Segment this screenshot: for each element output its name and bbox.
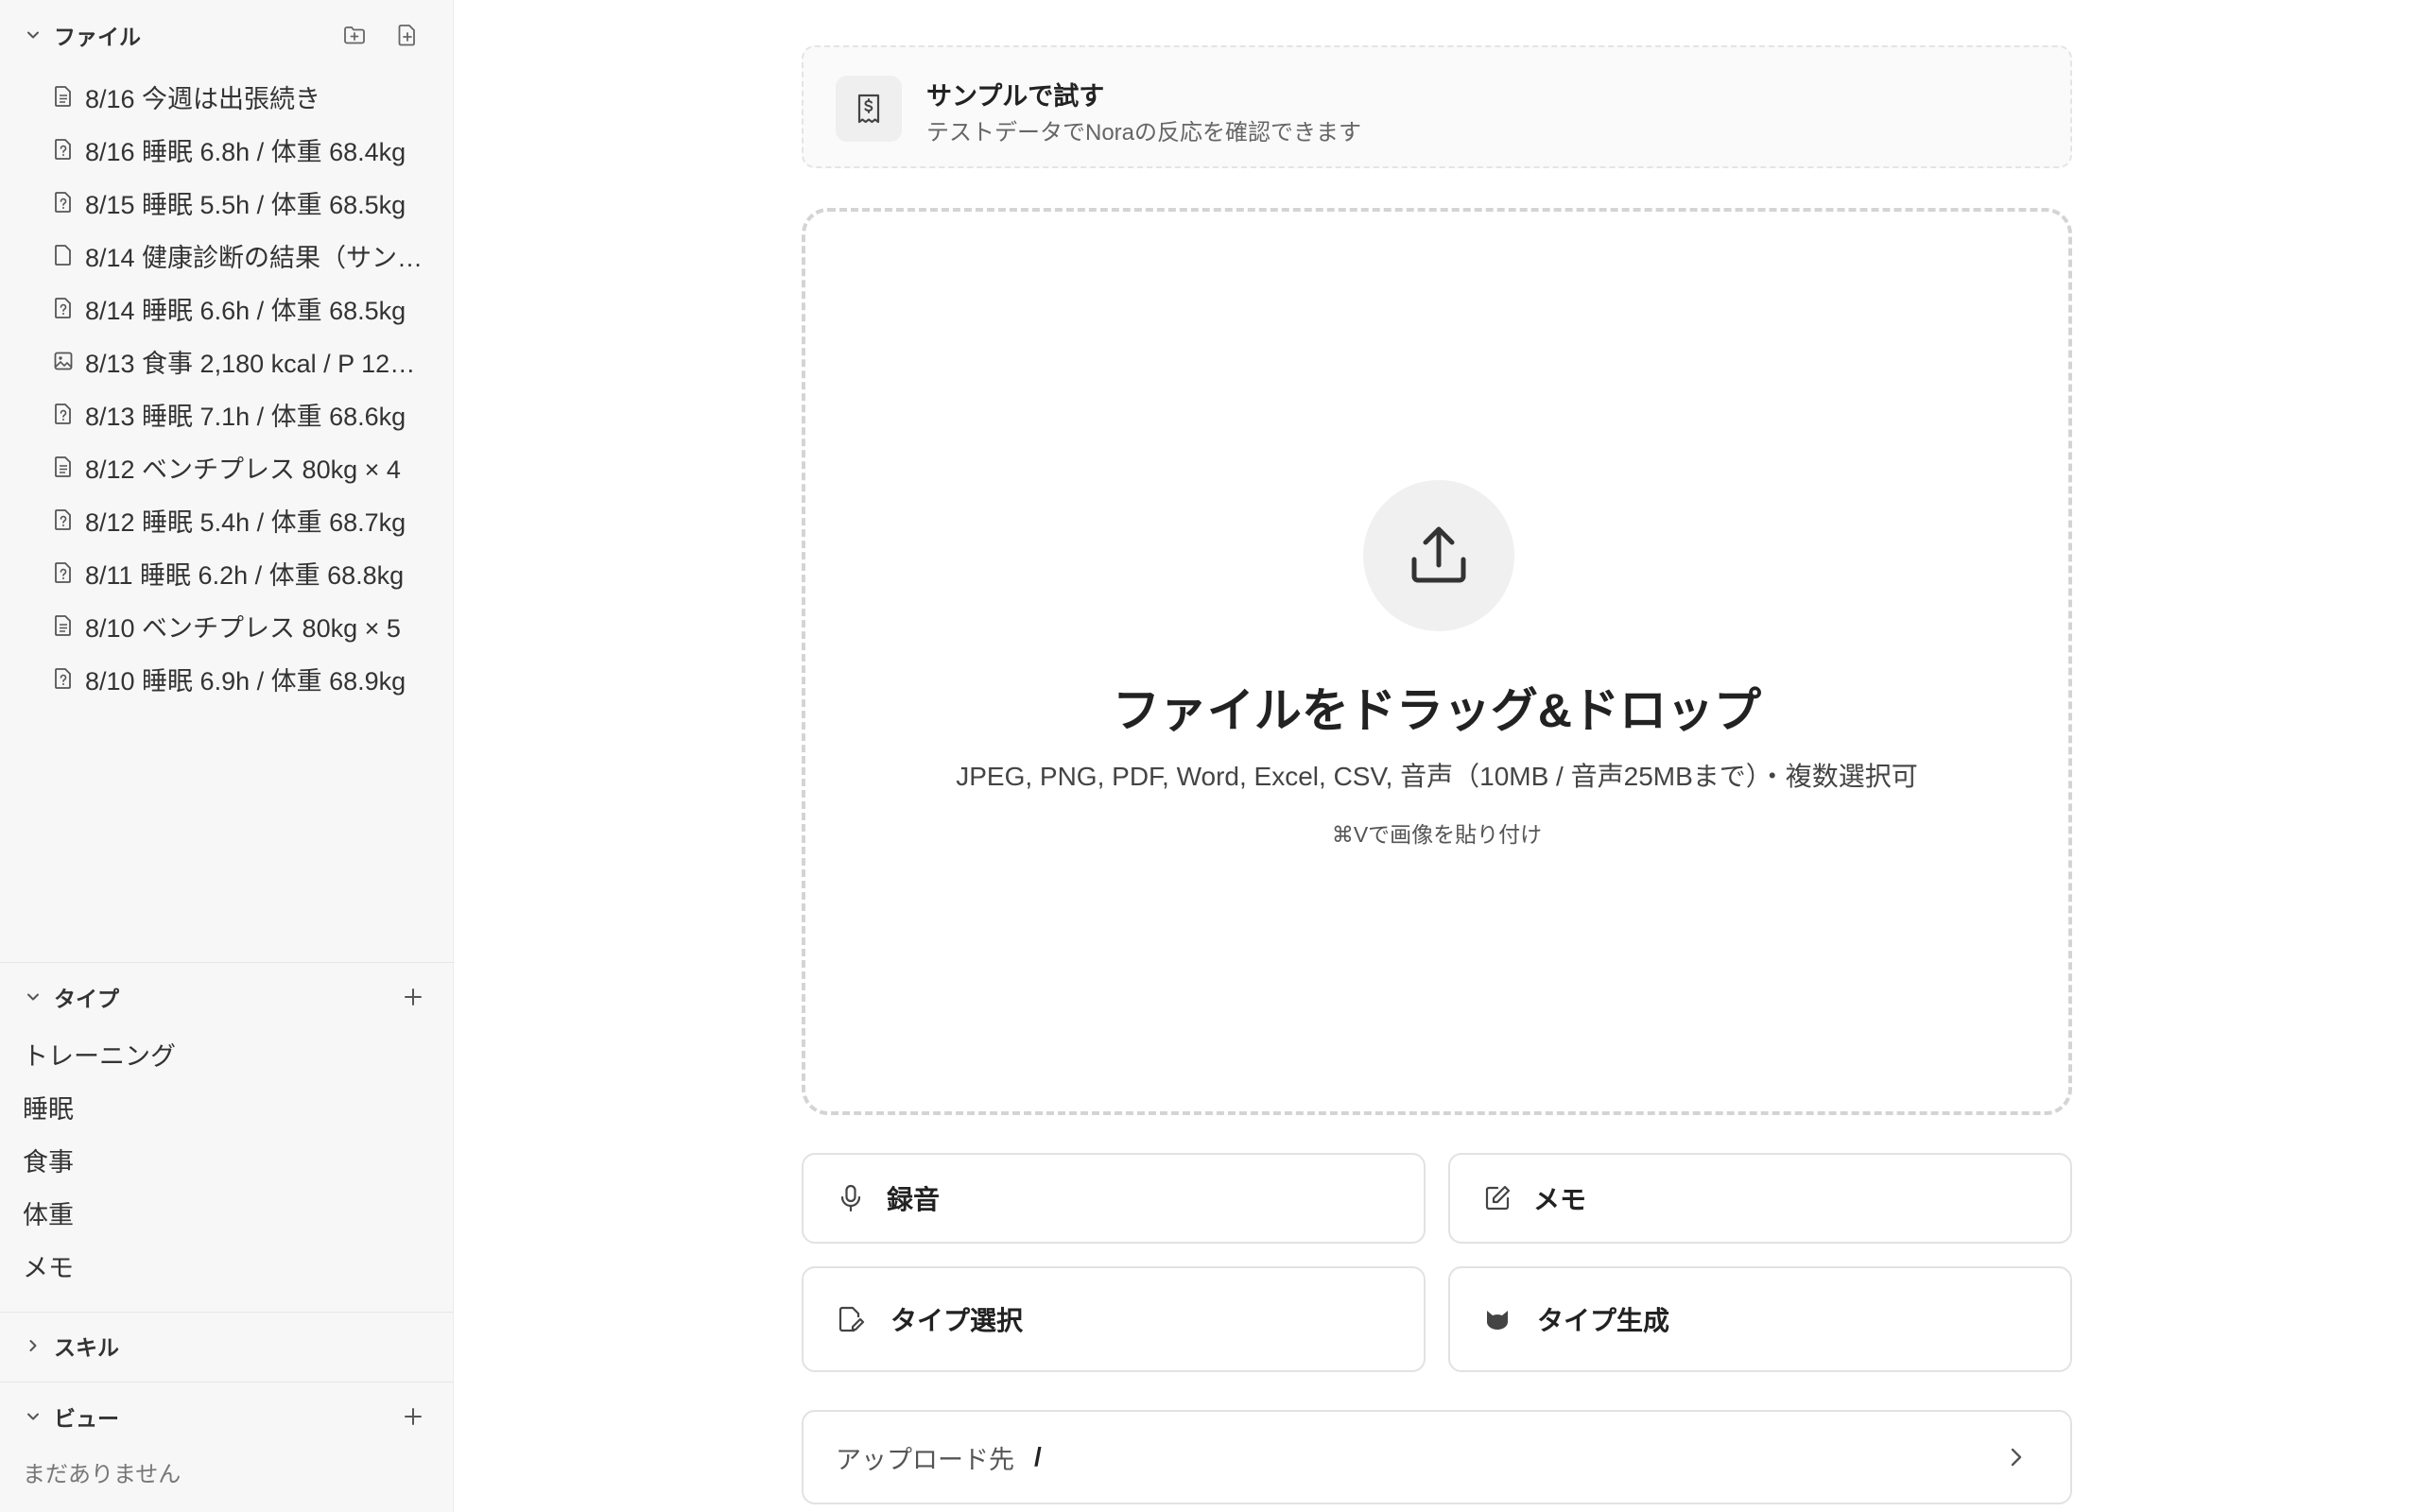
microphone-icon	[840, 1184, 861, 1212]
new-file-icon[interactable]	[395, 23, 420, 47]
list-item[interactable]: 8/14 健康診断の結果（サン…	[53, 236, 441, 274]
receipt-icon	[857, 94, 880, 124]
file-label: 8/12 睡眠 5.4h / 体重 68.7kg	[85, 507, 406, 537]
list-item[interactable]: 8/10 睡眠 6.9h / 体重 68.9kg	[53, 660, 441, 697]
views-section-title: ビュー	[54, 1406, 119, 1431]
type-generate-label: タイプ生成	[1537, 1306, 1670, 1335]
views-section-header[interactable]: ビュー	[0, 1398, 454, 1435]
document-icon	[55, 86, 71, 107]
file-label: 8/10 睡眠 6.9h / 体重 68.9kg	[85, 666, 406, 696]
file-icon	[55, 245, 71, 266]
memo-label: メモ	[1533, 1185, 1587, 1214]
upload-destination-selector[interactable]: アップロード先 /	[802, 1410, 2072, 1504]
cat-icon	[1487, 1311, 1508, 1330]
add-type-icon[interactable]	[401, 985, 425, 1009]
unknown-file-icon	[55, 404, 71, 424]
chevron-down-icon[interactable]	[25, 1408, 42, 1425]
file-edit-icon	[838, 1306, 865, 1332]
file-label: 8/14 睡眠 6.6h / 体重 68.5kg	[85, 296, 406, 325]
type-item-meal[interactable]: 食事	[23, 1143, 306, 1181]
edit-icon	[1485, 1185, 1511, 1211]
file-label: 8/13 睡眠 7.1h / 体重 68.6kg	[85, 402, 406, 431]
type-item-memo[interactable]: メモ	[23, 1249, 306, 1287]
types-section-title: タイプ	[54, 987, 119, 1011]
list-item[interactable]: 8/13 睡眠 7.1h / 体重 68.6kg	[53, 395, 441, 433]
try-sample-card[interactable]: サンプルで試す テストデータでNoraの反応を確認できます	[802, 45, 2072, 168]
dropzone-paste-hint: ⌘Vで画像を貼り付け	[1331, 822, 1543, 847]
file-dropzone[interactable]: ファイルをドラッグ&ドロップ JPEG, PNG, PDF, Word, Exc…	[802, 208, 2072, 1115]
destination-path: /	[1034, 1442, 1042, 1471]
sample-subtitle: テストデータでNoraの反応を確認できます	[926, 120, 1362, 146]
document-icon	[55, 456, 71, 477]
chevron-right-icon[interactable]	[25, 1337, 42, 1354]
main-area: サンプルで試す テストデータでNoraの反応を確認できます ファイルをドラッグ&…	[454, 0, 2420, 1512]
record-button[interactable]: 録音	[802, 1153, 1426, 1244]
unknown-file-icon	[55, 509, 71, 530]
destination-label: アップロード先	[836, 1445, 1014, 1474]
add-view-icon[interactable]	[401, 1404, 425, 1429]
image-icon	[54, 352, 73, 370]
type-item-sleep[interactable]: 睡眠	[23, 1091, 306, 1128]
list-item[interactable]: 8/15 睡眠 5.5h / 体重 68.5kg	[53, 183, 441, 221]
unknown-file-icon	[55, 192, 71, 213]
list-item[interactable]: 8/10 ベンチプレス 80kg × 5	[53, 607, 441, 644]
dropzone-formats: JPEG, PNG, PDF, Word, Excel, CSV, 音声（10M…	[956, 762, 1918, 791]
list-item[interactable]: 8/16 睡眠 6.8h / 体重 68.4kg	[53, 130, 441, 168]
unknown-file-icon	[55, 668, 71, 689]
file-label: 8/12 ベンチプレス 80kg × 4	[85, 455, 401, 484]
list-item[interactable]: 8/11 睡眠 6.2h / 体重 68.8kg	[53, 554, 441, 592]
chevron-down-icon[interactable]	[25, 26, 42, 43]
chevron-right-icon	[2011, 1448, 2022, 1467]
sample-title: サンプルで試す	[926, 82, 1105, 111]
record-label: 録音	[887, 1185, 941, 1214]
type-select-label: タイプ選択	[890, 1306, 1024, 1335]
views-empty-note: まだありません	[23, 1462, 182, 1487]
unknown-file-icon	[55, 139, 71, 160]
file-label: 8/10 ベンチプレス 80kg × 5	[85, 613, 401, 643]
divider	[0, 1312, 454, 1313]
document-icon	[55, 615, 71, 636]
file-label: 8/15 睡眠 5.5h / 体重 68.5kg	[85, 190, 406, 219]
upload-icon	[1411, 526, 1466, 583]
list-item[interactable]: 8/16 今週は出張続き	[53, 77, 441, 115]
upload-button[interactable]	[1363, 480, 1514, 631]
types-section-header[interactable]: タイプ	[0, 978, 454, 1016]
unknown-file-icon	[55, 298, 71, 318]
file-label: 8/11 睡眠 6.2h / 体重 68.8kg	[85, 560, 405, 590]
dropzone-title: ファイルをドラッグ&ドロップ	[1112, 684, 1762, 737]
divider	[0, 1382, 454, 1383]
list-item[interactable]: 8/13 食事 2,180 kcal / P 12…	[53, 342, 441, 380]
divider	[0, 962, 454, 963]
list-item[interactable]: 8/14 睡眠 6.6h / 体重 68.5kg	[53, 289, 441, 327]
sample-icon-box	[836, 76, 902, 142]
list-item[interactable]: 8/12 睡眠 5.4h / 体重 68.7kg	[53, 501, 441, 539]
file-label: 8/14 健康診断の結果（サン…	[85, 243, 424, 272]
files-section-title: ファイル	[54, 25, 141, 49]
skills-section-header[interactable]: スキル	[0, 1327, 454, 1365]
memo-button[interactable]: メモ	[1448, 1153, 2072, 1244]
sidebar: ファイル 8/16 今週は出張続き 8/16 睡眠 6.8h / 体重 68.4…	[0, 0, 454, 1512]
type-item-weight[interactable]: 体重	[23, 1196, 306, 1234]
file-label: 8/16 今週は出張続き	[85, 84, 321, 113]
file-label: 8/16 睡眠 6.8h / 体重 68.4kg	[85, 137, 406, 166]
unknown-file-icon	[55, 562, 71, 583]
file-label: 8/13 食事 2,180 kcal / P 12…	[85, 349, 416, 378]
type-select-button[interactable]: タイプ選択	[802, 1266, 1426, 1372]
type-generate-button[interactable]: タイプ生成	[1448, 1266, 2072, 1372]
new-folder-icon[interactable]	[342, 23, 367, 47]
skills-section-title: スキル	[54, 1335, 119, 1360]
list-item[interactable]: 8/12 ベンチプレス 80kg × 4	[53, 448, 441, 486]
files-section-header[interactable]: ファイル	[0, 16, 454, 54]
chevron-down-icon[interactable]	[25, 988, 42, 1005]
type-item-training[interactable]: トレーニング	[23, 1038, 306, 1075]
